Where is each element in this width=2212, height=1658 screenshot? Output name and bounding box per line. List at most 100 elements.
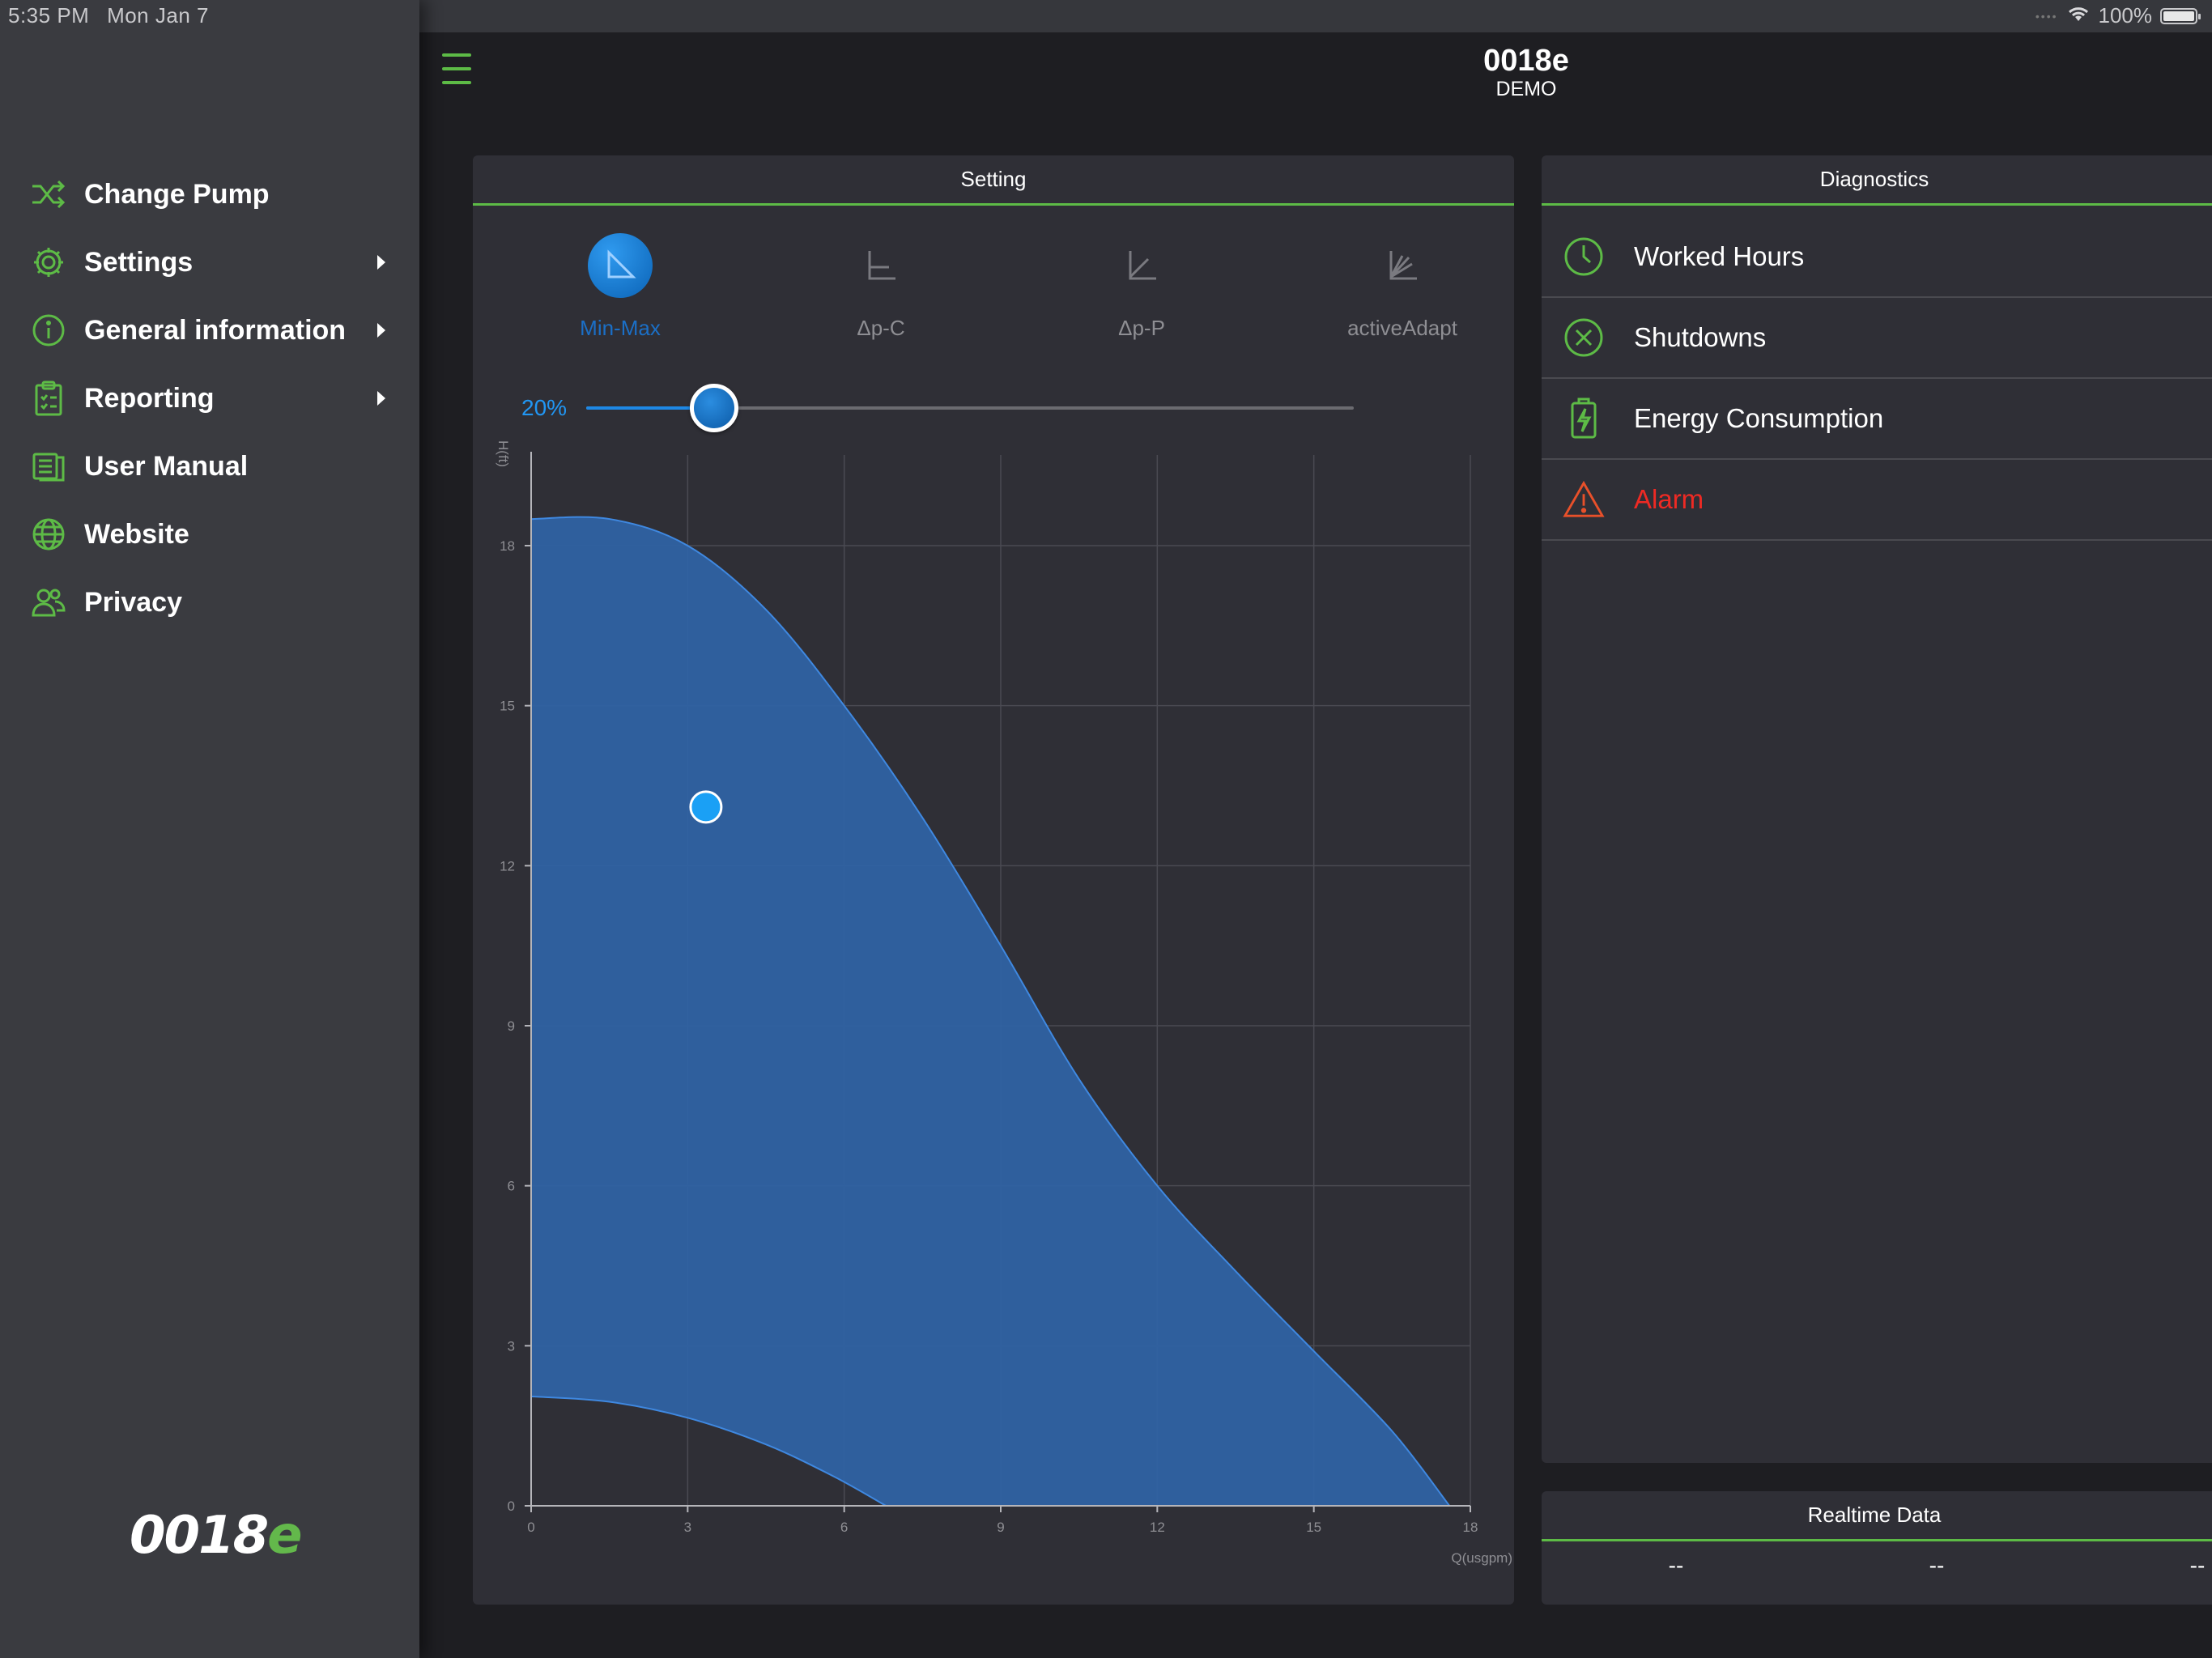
sidebar-item-label: Website [84,518,189,550]
sidebar-item-website[interactable]: Website [0,500,419,568]
diagnostics-panel: Diagnostics Worked Hours Shutdowns Energ… [1542,155,2212,1463]
dp-p-icon [1109,233,1174,298]
diagnostics-item-label: Energy Consumption [1634,403,1884,433]
status-time: 5:35 PM [8,3,90,28]
mode-min-max[interactable]: Min-Max [523,233,717,341]
sidebar-menu: Change Pump Settings General information [0,160,419,636]
y-tick-label: 3 [508,1338,515,1354]
x-tick-label: 0 [527,1520,534,1535]
page-title: 0018e [1483,44,1569,78]
battery-icon [2160,7,2201,24]
x-tick-label: 3 [684,1520,691,1535]
mode-selector: Min-Max Δp-C Δp-P activeAdapt [473,233,1514,346]
page-subtitle: DEMO [1495,78,1557,100]
mode-dp-c[interactable]: Δp-C [784,233,978,341]
battery-bolt-icon [1563,397,1605,440]
gear-icon [31,244,66,280]
clock-icon [1563,236,1605,278]
mode-label: Δp-P [1118,316,1165,340]
y-tick-label: 6 [508,1179,515,1194]
battery-percent: 100% [2098,3,2153,28]
min-max-icon [588,233,653,298]
warning-icon [1563,478,1605,521]
sidebar-item-label: User Manual [84,450,249,482]
diagnostics-item-shutdowns[interactable]: Shutdowns [1542,298,2212,379]
realtime-panel-title: Realtime Data [1542,1491,2212,1541]
mode-label: Min-Max [580,316,661,340]
chevron-right-icon [377,323,385,338]
y-tick-label: 0 [508,1499,515,1514]
chevron-right-icon [377,391,385,406]
menu-button[interactable] [442,53,471,84]
sidebar-item-user-manual[interactable]: User Manual [0,432,419,500]
mode-active-adapt[interactable]: activeAdapt [1305,233,1499,341]
realtime-value: -- [1929,1553,1945,1578]
people-icon [31,585,66,620]
diagnostics-item-label: Worked Hours [1634,241,1805,271]
sidebar-item-label: General information [84,314,347,346]
sidebar-item-settings[interactable]: Settings [0,228,419,296]
y-tick-label: 9 [508,1018,515,1034]
x-tick-label: 9 [997,1520,1004,1535]
status-bar-time: 5:35 PM Mon Jan 7 [8,3,209,28]
mode-label: Δp-C [857,316,905,340]
mode-dp-p[interactable]: Δp-P [1044,233,1239,341]
realtime-panel: Realtime Data -- -- -- [1542,1491,2212,1605]
sidebar-item-general-information[interactable]: General information [0,296,419,364]
diagnostics-panel-title: Diagnostics [1542,155,2212,206]
sidebar-item-label: Privacy [84,586,182,618]
status-bar-right: •••• 100% [2035,3,2201,28]
diagnostics-list: Worked Hours Shutdowns Energy Consumptio… [1542,217,2212,541]
diagnostics-item-label: Shutdowns [1634,322,1767,352]
app-screen: 5:35 PM Mon Jan 7 •••• 100% Change Pump … [0,0,2212,1658]
cellular-dots-icon: •••• [2035,9,2058,23]
x-circle-icon [1563,317,1605,359]
top-strip [419,0,2212,32]
setpoint-slider: 20% [473,384,1514,432]
slider-value: 20% [521,395,568,420]
slider-track[interactable] [586,384,1354,432]
y-axis-label: H(ft) [496,440,511,467]
globe-icon [31,517,66,552]
chevron-right-icon [377,255,385,270]
shuffle-icon [31,176,66,212]
pump-curve-chart[interactable]: 0 3 6 9 12 15 18 0 3 6 9 12 15 18 H(ft) Q(usgpm) [473,427,1514,1605]
slider-thumb[interactable] [690,384,738,432]
realtime-value: -- [1668,1553,1684,1578]
sidebar: Change Pump Settings General information [0,0,419,1658]
x-tick-label: 18 [1463,1520,1478,1535]
brand-logo: 0018e [130,1506,303,1566]
diagnostics-item-alarm[interactable]: Alarm [1542,460,2212,541]
sidebar-item-privacy[interactable]: Privacy [0,568,419,636]
x-axis-label: Q(usgpm) [1451,1550,1512,1566]
operating-point [689,790,723,824]
dp-c-icon [849,233,913,298]
clipboard-icon [31,380,66,416]
y-tick-label: 12 [500,858,515,874]
hamburger-line [442,67,471,70]
realtime-values: -- -- -- [1542,1553,2212,1593]
sidebar-item-change-pump[interactable]: Change Pump [0,160,419,228]
active-adapt-icon [1370,233,1435,298]
operating-area [530,516,1452,1507]
info-icon [31,312,66,348]
hamburger-line [442,53,471,57]
x-tick-label: 12 [1150,1520,1165,1535]
hamburger-line [442,81,471,84]
mode-label: activeAdapt [1347,316,1457,340]
diagnostics-item-label: Alarm [1634,484,1704,514]
realtime-value: -- [2189,1553,2206,1578]
sidebar-item-label: Settings [84,246,194,278]
setting-panel-title: Setting [473,155,1514,206]
diagnostics-item-worked-hours[interactable]: Worked Hours [1542,217,2212,298]
diagnostics-item-energy-consumption[interactable]: Energy Consumption [1542,379,2212,460]
book-icon [31,449,66,484]
sidebar-item-label: Change Pump [84,178,270,210]
status-date: Mon Jan 7 [107,3,209,28]
setting-panel: Setting Min-Max Δp-C Δp-P activeAdapt 20… [473,155,1514,1605]
sidebar-item-label: Reporting [84,382,215,414]
wifi-icon [2066,3,2091,28]
x-tick-label: 15 [1306,1520,1321,1535]
sidebar-item-reporting[interactable]: Reporting [0,364,419,432]
y-tick-label: 18 [500,538,515,554]
